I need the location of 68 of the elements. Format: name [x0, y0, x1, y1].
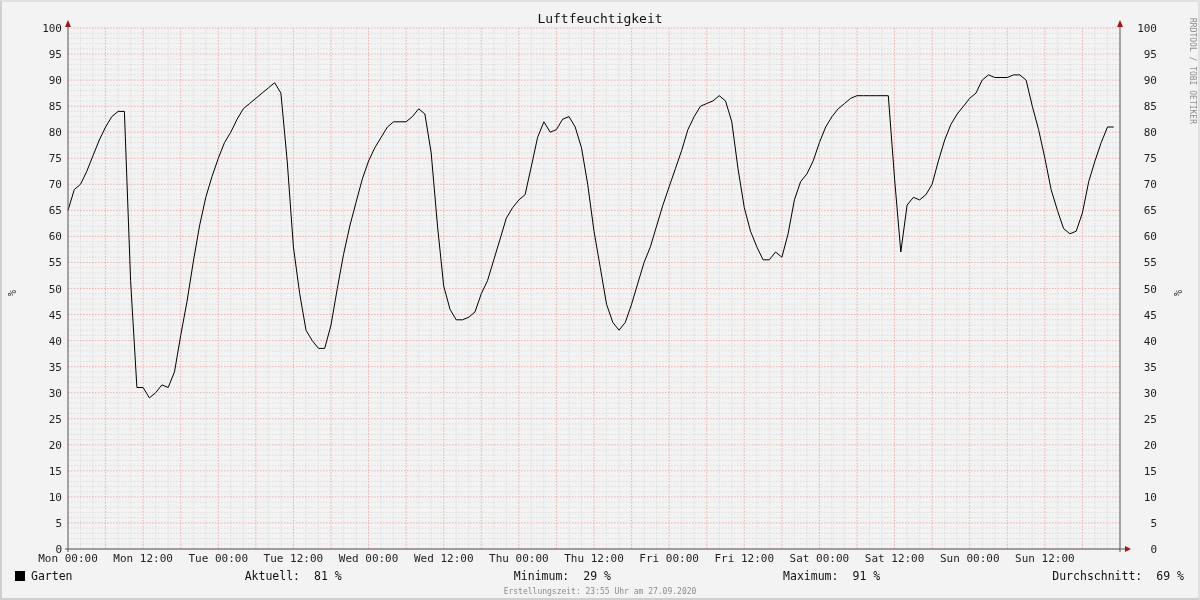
y-axis-label: % — [6, 290, 18, 296]
y-tick-label: 80 — [48, 126, 62, 140]
y-tick-label: 0 — [1150, 543, 1157, 556]
y-tick-label: 90 — [1143, 74, 1157, 88]
y-tick-label: 45 — [1143, 308, 1157, 322]
y-tick-label: 100 — [42, 22, 62, 35]
y-tick-label: 65 — [48, 204, 62, 218]
y-tick-label: 50 — [48, 282, 62, 296]
stat-value: 91 % — [852, 569, 881, 583]
legend-label: Garten — [31, 569, 73, 583]
x-tick-label: Thu 00:00 — [489, 552, 549, 565]
y-tick-label: 30 — [1143, 386, 1157, 400]
x-tick-label: Sat 00:00 — [789, 552, 850, 565]
chart-title: Luftfeuchtigkeit — [537, 11, 663, 27]
creation-time: Erstellungszeit: 23:55 Uhr am 27.09.2020 — [503, 586, 697, 598]
y-axis-label: % — [1171, 290, 1183, 296]
y-tick-label: 50 — [1143, 282, 1157, 296]
stat-value: 29 % — [583, 569, 611, 583]
y-tick-label: 45 — [48, 308, 62, 322]
y-tick-label: 30 — [48, 386, 62, 400]
y-tick-label: 35 — [48, 360, 62, 374]
x-tick-label: Sun 12:00 — [1015, 552, 1075, 565]
y-tick-label: 75 — [48, 152, 62, 166]
stamp-text: RRDTOOL / TOBI OETIKER — [1187, 18, 1197, 124]
x-tick-label: Sat 12:00 — [864, 552, 925, 565]
x-tick-label: Sun 00:00 — [939, 552, 1000, 565]
x-tick-label: Wed 12:00 — [413, 552, 474, 565]
x-tick-label: Mon 12:00 — [113, 552, 173, 565]
y-tick-label: 95 — [48, 48, 62, 62]
y-tick-label: 5 — [1150, 516, 1157, 530]
x-tick-label: Wed 00:00 — [338, 552, 399, 565]
y-tick-label: 55 — [1143, 256, 1157, 270]
y-tick-label: 40 — [48, 334, 62, 348]
y-tick-label: 35 — [1143, 360, 1157, 374]
y-tick-label: 70 — [1143, 178, 1157, 192]
y-tick-label: 5 — [55, 516, 62, 530]
x-tick-label: Tue 12:00 — [263, 552, 324, 565]
y-tick-label: 100 — [1137, 22, 1157, 35]
y-tick-label: 60 — [1143, 230, 1157, 244]
stat-label: Minimum: — [513, 569, 570, 583]
y-tick-label: 80 — [1143, 126, 1157, 140]
y-tick-label: 70 — [48, 178, 62, 192]
y-tick-label: 10 — [48, 490, 62, 504]
stat-label: Durchschnitt: — [1052, 569, 1143, 583]
y-tick-label: 90 — [48, 74, 62, 88]
stat-label: Maximum: — [783, 569, 839, 583]
y-tick-label: 55 — [48, 256, 62, 270]
stat-value: 81 % — [314, 569, 342, 583]
y-tick-label: 15 — [1143, 464, 1157, 478]
y-tick-label: 10 — [1143, 490, 1157, 504]
y-tick-label: 85 — [48, 100, 62, 114]
x-tick-label: Thu 12:00 — [564, 552, 624, 565]
y-tick-label: 75 — [1143, 152, 1157, 166]
x-tick-label: Tue 00:00 — [188, 552, 249, 565]
y-tick-label: 65 — [1143, 204, 1157, 218]
y-tick-label: 25 — [1143, 412, 1157, 426]
x-tick-label: Fri 00:00 — [639, 552, 699, 565]
stat-value: 69 % — [1156, 569, 1184, 583]
y-tick-label: 20 — [1143, 438, 1157, 452]
x-tick-label: Fri 12:00 — [714, 552, 775, 565]
y-tick-label: 85 — [1143, 100, 1157, 114]
y-tick-label: 60 — [48, 230, 62, 244]
y-tick-label: 40 — [1143, 334, 1157, 348]
y-tick-label: 15 — [48, 464, 62, 478]
stat-label: Aktuell: — [244, 569, 301, 583]
y-tick-label: 25 — [48, 412, 62, 426]
y-tick-label: 95 — [1143, 48, 1157, 62]
y-tick-label: 20 — [48, 438, 62, 452]
